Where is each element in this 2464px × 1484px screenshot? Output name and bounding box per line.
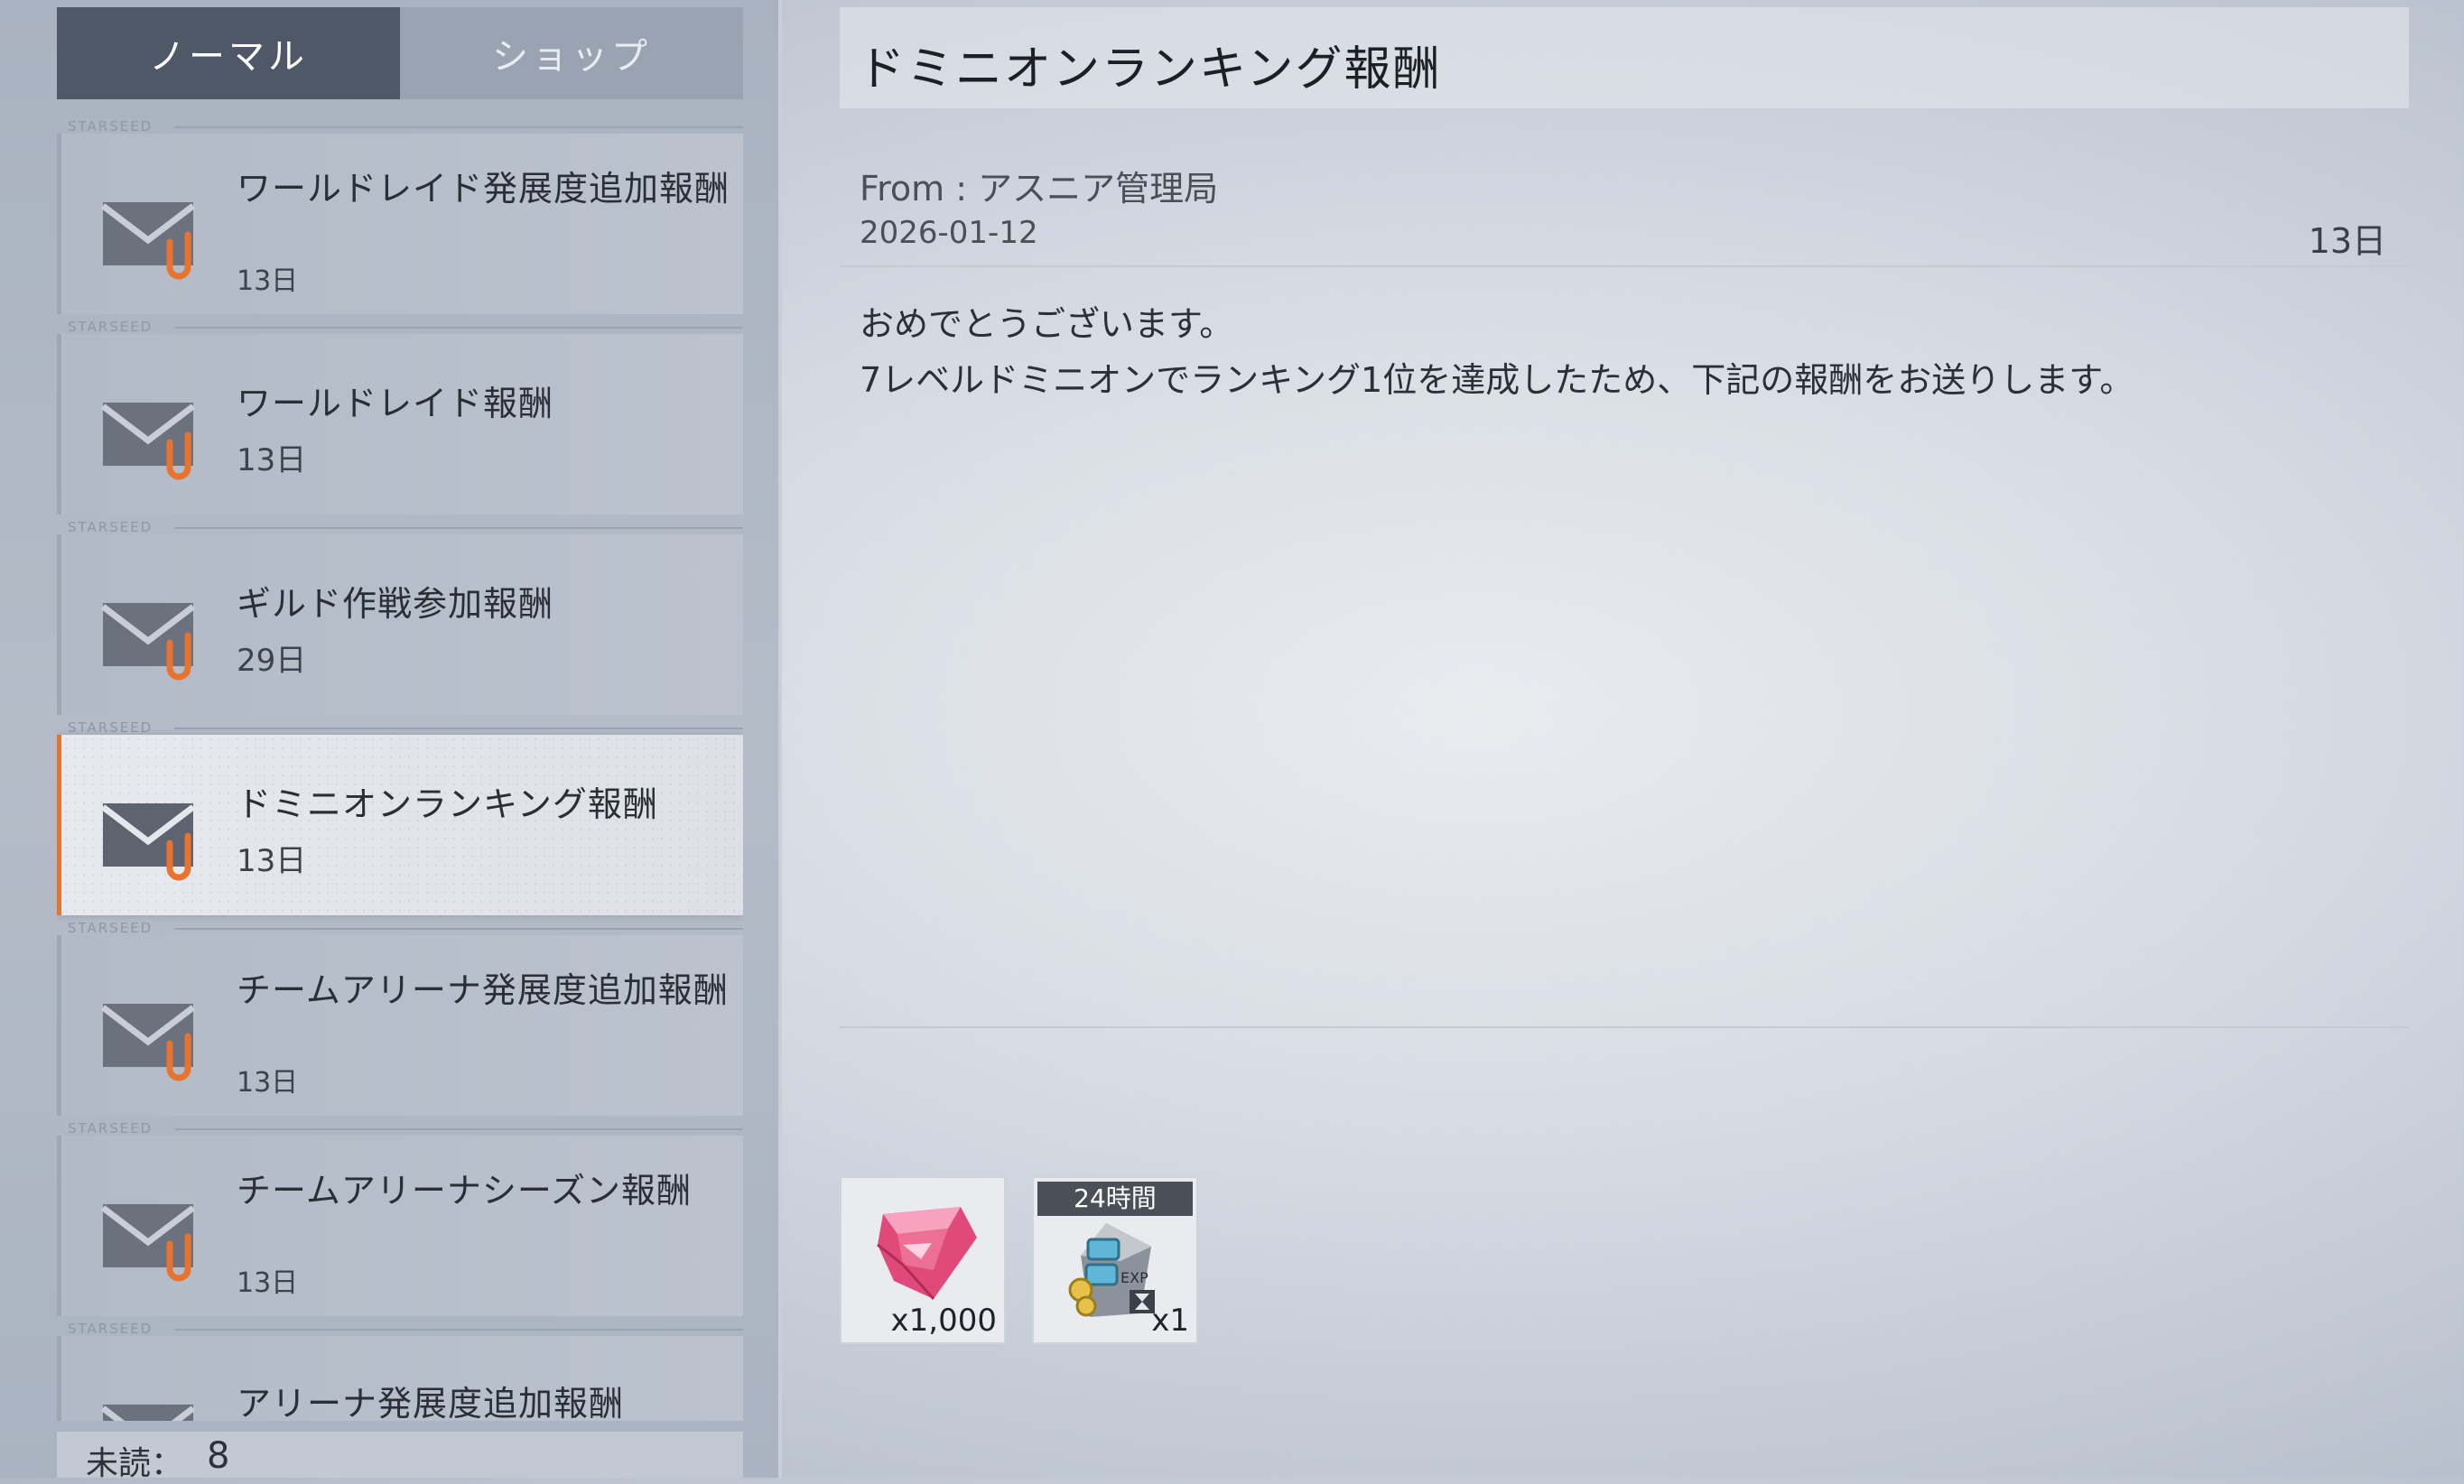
mail-tag: STARSEED xyxy=(57,119,743,134)
envelope-attachment-icon xyxy=(100,202,196,280)
mail-card-selected[interactable]: ドミニオンランキング報酬 13日 xyxy=(57,735,743,915)
mail-tag: STARSEED xyxy=(57,720,743,735)
envelope-attachment-icon xyxy=(100,1204,196,1282)
mail-list[interactable]: STARSEED ワールドレイド発展度追加報酬 13日 STARSEED ワール… xyxy=(57,119,743,1421)
mail-title: ワールドレイド報酬 xyxy=(237,384,554,423)
mail-card[interactable]: ワールドレイド発展度追加報酬 13日 xyxy=(57,134,743,314)
envelope-attachment-icon xyxy=(100,1004,196,1081)
pink-gem-icon xyxy=(877,1207,977,1301)
mail-title: ワールドレイド発展度追加報酬 xyxy=(237,169,730,209)
mail-tag: STARSEED xyxy=(57,520,743,534)
mail-sender: From : アスニア管理局 xyxy=(860,169,1219,209)
detail-divider-bottom xyxy=(840,1026,2409,1028)
mail-title: ギルド作戦参加報酬 xyxy=(237,584,554,624)
duration-badge: 24時間 xyxy=(1037,1182,1193,1216)
unread-counter: 未読： 8 xyxy=(57,1432,743,1482)
mail-body: おめでとうございます。 7レベルドミニオンでランキング1位を達成したため、下記の… xyxy=(860,296,2134,408)
mail-card[interactable]: チームアリーナ発展度追加報酬 13日 xyxy=(57,935,743,1116)
mail-age: 13日 xyxy=(237,265,299,297)
reward-slot-exp-booster[interactable]: 24時間 EXP x1 xyxy=(1032,1176,1198,1344)
mail-age: 13日 xyxy=(237,442,307,478)
mail-tag: STARSEED xyxy=(57,320,743,334)
mail-card[interactable]: アリーナ発展度追加報酬 xyxy=(57,1336,743,1421)
tab-normal[interactable]: ノーマル xyxy=(57,7,400,99)
mail-body-line-2: 7レベルドミニオンでランキング1位を達成したため、下記の報酬をお送りします。 xyxy=(860,360,2134,400)
mail-age: 13日 xyxy=(237,843,307,879)
mail-age: 13日 xyxy=(237,1067,299,1099)
mail-title: ドミニオンランキング報酬 xyxy=(237,784,658,824)
mail-detail-header: ドミニオンランキング報酬 xyxy=(840,7,2409,108)
unread-count: 8 xyxy=(207,1435,230,1477)
mail-age: 29日 xyxy=(237,643,307,679)
mail-tabs: ノーマル ショップ xyxy=(57,7,743,99)
mail-item-2[interactable]: STARSEED ギルド作戦参加報酬 29日 xyxy=(57,520,743,715)
mail-item-1[interactable]: STARSEED ワールドレイド報酬 13日 xyxy=(57,320,743,515)
mail-card[interactable]: ギルド作戦参加報酬 29日 xyxy=(57,534,743,715)
detail-divider-top xyxy=(840,265,2409,267)
mail-item-5[interactable]: STARSEED チームアリーナシーズン報酬 13日 xyxy=(57,1121,743,1316)
mail-card[interactable]: チームアリーナシーズン報酬 13日 xyxy=(57,1136,743,1316)
mail-tag: STARSEED xyxy=(57,921,743,935)
envelope-attachment-icon xyxy=(100,403,196,480)
mail-item-4[interactable]: STARSEED チームアリーナ発展度追加報酬 13日 xyxy=(57,921,743,1116)
mail-days-left: 13日 xyxy=(2308,221,2386,261)
mail-date: 2026-01-12 xyxy=(860,215,1038,251)
tab-shop[interactable]: ショップ xyxy=(400,7,743,99)
mail-title: アリーナ発展度追加報酬 xyxy=(237,1384,625,1421)
unread-label: 未読： xyxy=(86,1445,184,1482)
mail-card[interactable]: ワールドレイド報酬 13日 xyxy=(57,334,743,515)
reward-slot-gem[interactable]: x1,000 xyxy=(840,1176,1006,1344)
mail-item-6[interactable]: STARSEED アリーナ発展度追加報酬 xyxy=(57,1322,743,1421)
reward-qty: x1,000 xyxy=(890,1303,997,1339)
mail-title: チームアリーナ発展度追加報酬 xyxy=(237,970,729,1010)
mail-tag: STARSEED xyxy=(57,1322,743,1336)
envelope-attachment-icon xyxy=(100,803,196,881)
reward-qty: x1 xyxy=(1151,1303,1189,1339)
svg-text:EXP: EXP xyxy=(1120,1269,1148,1286)
mail-body-line-1: おめでとうございます。 xyxy=(860,304,1234,344)
mail-title: チームアリーナシーズン報酬 xyxy=(237,1171,692,1210)
mail-item-0[interactable]: STARSEED ワールドレイド発展度追加報酬 13日 xyxy=(57,119,743,314)
mail-item-3[interactable]: STARSEED ドミニオンランキング報酬 13日 xyxy=(57,720,743,915)
mail-tag: STARSEED xyxy=(57,1121,743,1136)
mail-age: 13日 xyxy=(237,1267,299,1299)
envelope-attachment-icon xyxy=(100,603,196,681)
mail-detail-title: ドミニオンランキング報酬 xyxy=(858,42,1442,97)
panel-divider xyxy=(778,0,782,1478)
envelope-attachment-icon xyxy=(100,1405,196,1421)
